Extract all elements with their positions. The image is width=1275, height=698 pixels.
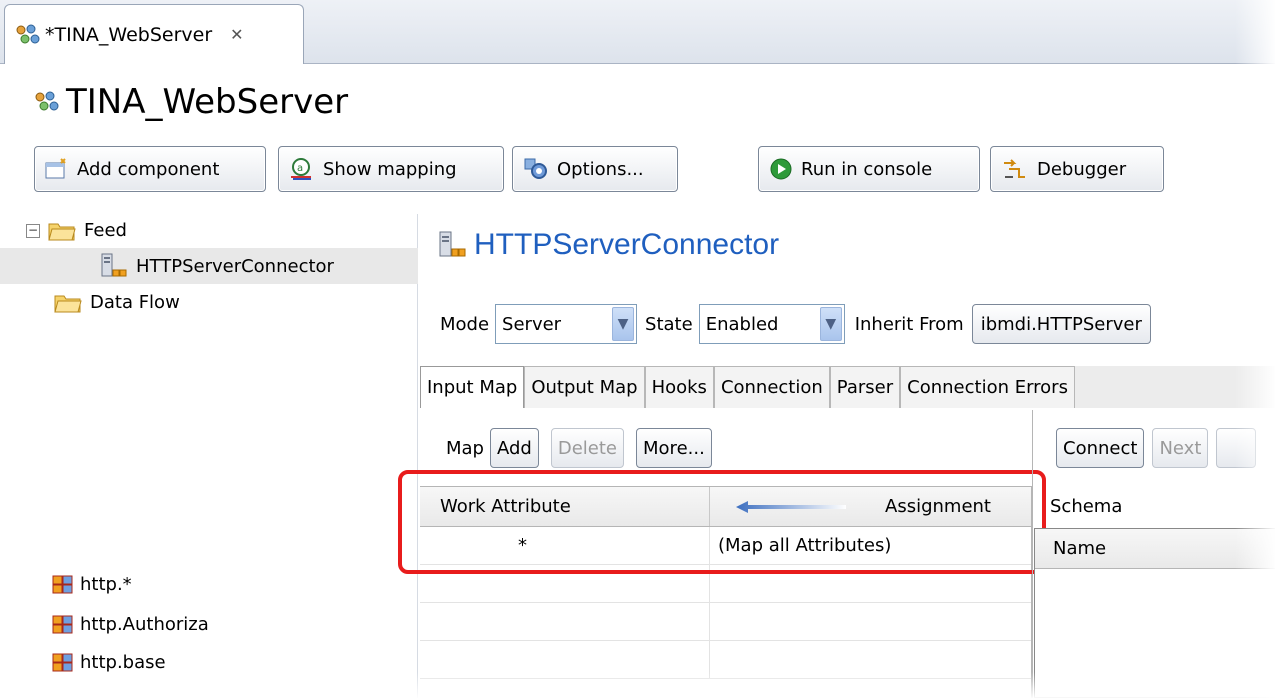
add-component-button[interactable]: Add component bbox=[34, 146, 266, 192]
connect-button[interactable]: Connect bbox=[1056, 428, 1145, 468]
next-button[interactable]: Next bbox=[1152, 428, 1209, 468]
options-button[interactable]: Options... bbox=[512, 146, 678, 192]
debugger-button[interactable]: Debugger bbox=[990, 146, 1164, 192]
svg-text:a: a bbox=[297, 163, 303, 174]
table-row-empty bbox=[420, 641, 1031, 679]
editor-tab-title: *TINA_WebServer bbox=[45, 23, 213, 46]
connector-settings-row: Mode Server ▼ State Enabled ▼ Inherit Fr… bbox=[440, 304, 1151, 344]
mode-label: Mode bbox=[440, 313, 490, 335]
map-label: Map bbox=[446, 437, 484, 459]
chevron-down-icon: ▼ bbox=[819, 307, 842, 341]
tab-connection-errors[interactable]: Connection Errors bbox=[900, 366, 1075, 408]
collapse-icon[interactable]: − bbox=[26, 223, 40, 238]
gear-icon bbox=[523, 157, 549, 181]
state-select[interactable]: Enabled ▼ bbox=[698, 304, 845, 344]
editor-tab-strip: *TINA_WebServer ✕ bbox=[0, 0, 1275, 64]
chevron-down-icon: ▼ bbox=[612, 307, 635, 341]
partial-button[interactable] bbox=[1216, 428, 1257, 468]
run-icon bbox=[769, 157, 793, 181]
attribute-icon bbox=[52, 615, 74, 635]
assembly-line-icon bbox=[34, 90, 60, 114]
connector-icon bbox=[436, 230, 466, 260]
mode-select[interactable]: Server ▼ bbox=[495, 304, 638, 344]
state-label: State bbox=[645, 313, 693, 335]
connector-tabs: Input Map Output Map Hooks Connection Pa… bbox=[420, 366, 1275, 408]
inherit-from-label: Inherit From bbox=[854, 313, 964, 335]
show-mapping-icon: a bbox=[289, 157, 315, 181]
tree-item-httpserverconnector[interactable]: HTTPServerConnector bbox=[0, 248, 418, 284]
inherit-from-button[interactable]: ibmdi.HTTPServer bbox=[971, 304, 1151, 344]
list-item[interactable]: http.base bbox=[52, 652, 166, 673]
page-title-text: TINA_WebServer bbox=[66, 82, 349, 122]
tab-parser[interactable]: Parser bbox=[829, 366, 901, 408]
attribute-icon bbox=[52, 575, 74, 595]
tab-hooks[interactable]: Hooks bbox=[644, 366, 714, 408]
folder-icon bbox=[54, 293, 82, 313]
folder-icon bbox=[48, 221, 76, 241]
map-toolbar: Map Add Delete More... bbox=[446, 428, 712, 468]
schema-toolbar: Connect Next bbox=[1056, 428, 1257, 468]
delete-button[interactable]: Delete bbox=[550, 428, 625, 468]
editor-tab[interactable]: *TINA_WebServer ✕ bbox=[4, 4, 304, 64]
close-icon[interactable]: ✕ bbox=[230, 25, 243, 44]
run-in-console-button[interactable]: Run in console bbox=[758, 146, 980, 192]
tab-connection[interactable]: Connection bbox=[713, 366, 830, 408]
connector-title: HTTPServerConnector bbox=[436, 228, 779, 262]
tabs-filler bbox=[1074, 366, 1275, 408]
table-row-empty bbox=[420, 603, 1031, 641]
show-mapping-button[interactable]: a Show mapping bbox=[278, 146, 504, 192]
column-header-name[interactable]: Name bbox=[1035, 529, 1275, 569]
tree-item-data-flow[interactable]: Data Flow bbox=[54, 292, 180, 313]
page-title: TINA_WebServer bbox=[34, 82, 348, 122]
list-item[interactable]: http.* bbox=[52, 574, 132, 595]
assembly-line-icon bbox=[15, 24, 41, 46]
more-button[interactable]: More... bbox=[636, 428, 712, 468]
schema-table: Name bbox=[1034, 528, 1275, 698]
add-button[interactable]: Add bbox=[490, 428, 539, 468]
connector-title-text: HTTPServerConnector bbox=[474, 228, 780, 261]
connector-icon bbox=[98, 252, 128, 280]
debugger-icon bbox=[1001, 157, 1029, 181]
schema-label: Schema bbox=[1050, 496, 1123, 517]
add-component-icon bbox=[45, 158, 69, 180]
list-item[interactable]: http.Authoriza bbox=[52, 614, 209, 635]
attribute-icon bbox=[52, 653, 74, 673]
tab-input-map[interactable]: Input Map bbox=[420, 366, 525, 408]
tab-output-map[interactable]: Output Map bbox=[524, 366, 645, 408]
tree-item-feed[interactable]: − Feed bbox=[26, 220, 127, 241]
highlight-annotation bbox=[398, 470, 1046, 574]
